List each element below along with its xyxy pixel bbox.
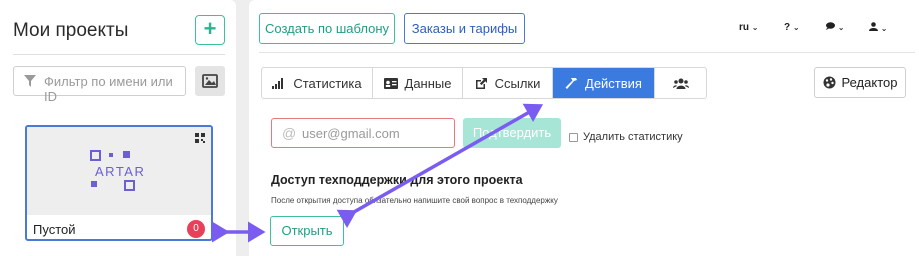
id-card-icon [383,77,398,89]
project-main-panel: Создать по шаблону Заказы и тарифы ru ⌄ … [249,0,919,256]
filter-placeholder: Фильтр по имени или ID [44,74,173,104]
help-icon: ? [784,22,791,33]
chat-bubble-icon [826,22,835,30]
projects-sidebar: Мои проекты + Фильтр по имени или ID ART… [0,0,236,256]
chat-dropdown[interactable]: ⌄ [826,22,844,33]
support-access-title: Доступ техподдержки для этого проекта [271,173,523,187]
image-icon [202,74,218,88]
chevron-down-icon: ⌄ [880,24,888,33]
artar-logo: ARTAR [90,150,145,191]
chevron-down-icon: ⌄ [837,23,845,32]
project-name: Пустой [33,222,76,237]
support-access-note: После открытия доступа обязательно напиш… [271,196,558,205]
tab-label: Действия [585,75,642,91]
open-access-button[interactable]: Открыть [270,216,344,246]
language-label: ru [739,22,749,33]
editor-button[interactable]: Редактор [814,67,906,98]
tab-actions[interactable]: Действия [553,68,655,98]
users-icon [672,78,689,89]
help-dropdown[interactable]: ? ⌄ [784,22,800,33]
chevron-down-icon: ⌄ [751,23,759,32]
hammer-icon [565,77,578,89]
project-badge: 0 [187,220,205,238]
delete-stats-checkbox[interactable] [569,132,578,142]
thumbnail-view-button[interactable] [195,66,225,96]
filter-icon [24,75,36,90]
sidebar-divider [13,54,225,55]
add-project-button[interactable]: + [195,15,225,45]
email-field[interactable]: @ user@gmail.com [271,118,455,148]
tab-links[interactable]: Ссылки [463,68,553,98]
tab-data[interactable]: Данные [373,68,463,98]
project-card[interactable]: ARTAR Пустой 0 [25,125,213,241]
logo-text: ARTAR [95,164,145,179]
external-link-icon [475,77,487,89]
chevron-down-icon: ⌄ [792,23,800,32]
at-sign-icon: @ [282,125,297,141]
tab-users[interactable] [655,68,706,98]
create-from-template-button[interactable]: Создать по шаблону [259,13,395,44]
language-dropdown[interactable]: ru ⌄ [739,22,758,33]
confirm-button[interactable]: Подтвердить [463,118,561,148]
user-dropdown[interactable]: ⌄ [869,22,887,34]
editor-label: Редактор [841,75,898,90]
filter-input[interactable]: Фильтр по имени или ID [13,66,186,104]
user-icon [869,22,878,31]
orders-tariffs-button[interactable]: Заказы и тарифы [404,13,525,44]
project-thumbnail: ARTAR [27,127,211,215]
email-placeholder: user@gmail.com [302,126,400,141]
tab-label: Статистика [293,75,362,91]
tab-label: Данные [404,75,452,91]
delete-stats-option[interactable]: Удалить статистику [569,131,683,143]
bar-chart-icon [272,77,284,89]
toolbar-divider [259,52,915,53]
palette-icon [823,76,836,89]
qr-code-icon [195,133,205,143]
tab-statistics[interactable]: Статистика [262,68,373,98]
project-tabs: Статистика Данные Ссылки Действия [261,67,707,99]
tab-label: Ссылки [494,75,541,91]
delete-stats-label: Удалить статистику [583,131,683,143]
sidebar-title: Мои проекты [13,20,129,41]
